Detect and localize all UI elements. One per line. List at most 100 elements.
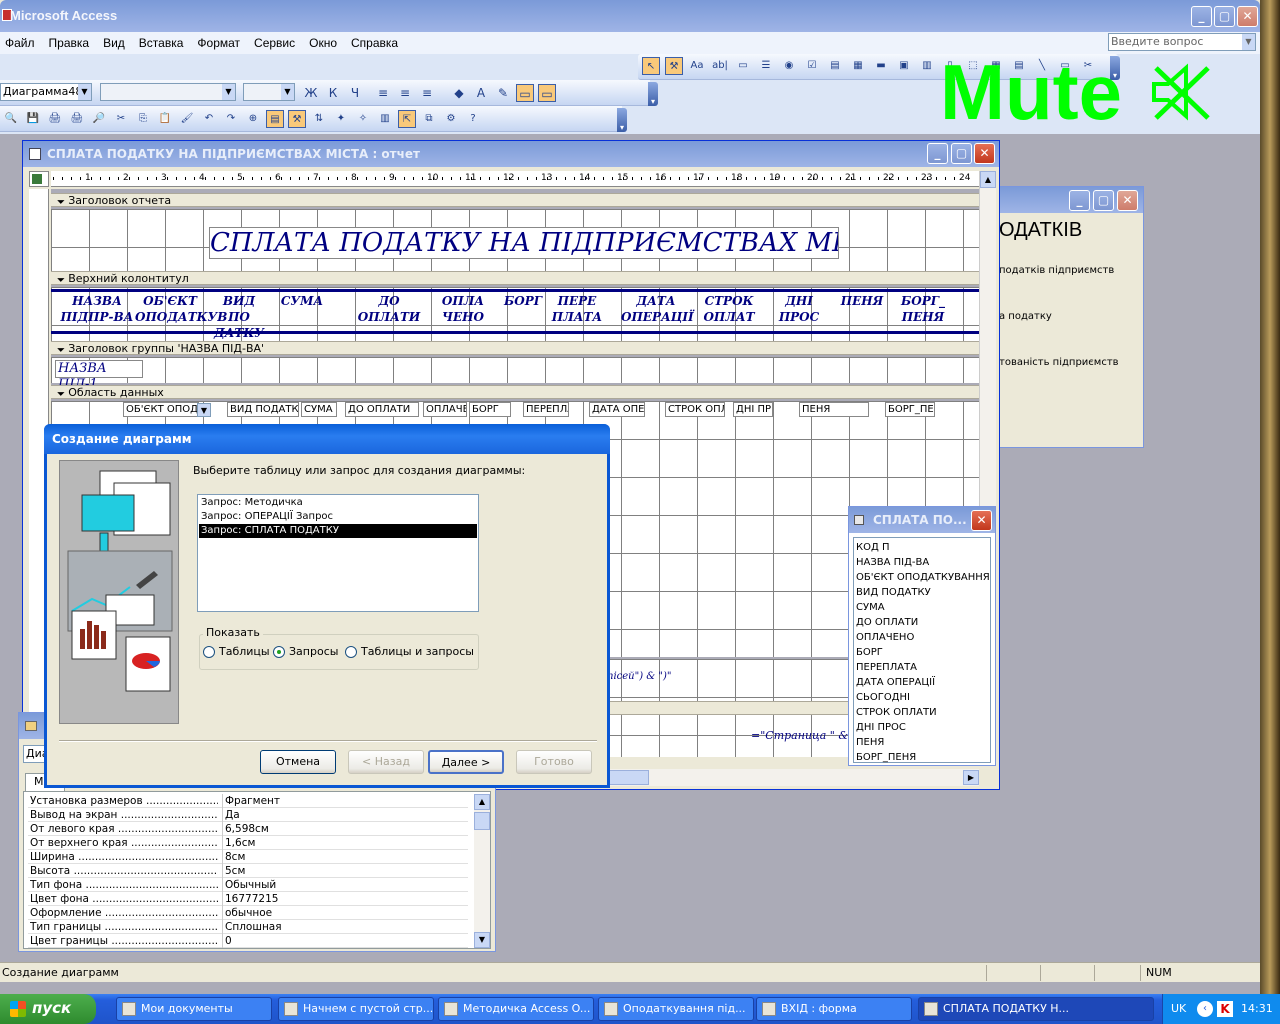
standard-tool-icon[interactable]: ⎘: [134, 110, 152, 128]
format-tool-icon[interactable]: ▭: [516, 84, 534, 102]
query-list-item[interactable]: Запрос: СПЛАТА ПОДАТКУ: [199, 524, 477, 538]
combo-arrow-icon[interactable]: ▼: [197, 403, 211, 417]
menu-item[interactable]: Вставка: [139, 36, 184, 50]
standard-tool-icon[interactable]: ⚙: [442, 110, 460, 128]
standard-tool-icon[interactable]: ⧉: [420, 110, 438, 128]
standard-tool-icon[interactable]: ▤: [266, 110, 284, 128]
taskbar-item[interactable]: СПЛАТА ПОДАТКУ Н...: [918, 997, 1154, 1021]
field-list-item[interactable]: СУМА: [856, 600, 988, 615]
property-row[interactable]: От верхнего края .......................…: [28, 836, 468, 850]
detail-field[interactable]: ОПЛАЧЕ: [423, 402, 467, 417]
format-tool-icon[interactable]: ≡: [374, 84, 392, 102]
detail-field[interactable]: СУМА: [301, 402, 337, 417]
column-heading[interactable]: ПЕНЯ: [837, 293, 887, 329]
footer-page-expression[interactable]: ="Страница " &[: [751, 729, 852, 742]
column-heading[interactable]: ВИД ПО ДАТКУ: [211, 293, 267, 340]
bg-minimize-button[interactable]: _: [1069, 190, 1090, 211]
tray-arrow-icon[interactable]: ‹: [1197, 1001, 1213, 1017]
detail-field[interactable]: ВИД ПОДАТК: [227, 402, 299, 417]
column-heading[interactable]: БОРГ_ ПЕНЯ: [895, 293, 951, 329]
language-indicator[interactable]: UK: [1171, 1002, 1186, 1015]
format-tool-icon[interactable]: ▭: [538, 84, 556, 102]
radio-button[interactable]: [345, 646, 357, 658]
menu-item[interactable]: Окно: [309, 36, 337, 50]
format-tool-icon[interactable]: ◆: [450, 84, 468, 102]
detail-field[interactable]: ПЕНЯ: [799, 402, 869, 417]
standard-tool-icon[interactable]: ?: [464, 110, 482, 128]
column-heading[interactable]: СТРОК ОПЛАТ: [695, 293, 763, 329]
detail-field[interactable]: БОРГ: [469, 402, 511, 417]
next-button[interactable]: Далее >: [428, 750, 504, 774]
field-list-item[interactable]: ОБ'ЄКТ ОПОДАТКУВАННЯ: [856, 570, 990, 585]
band-report-header[interactable]: 🞃 Заголовок отчета: [51, 193, 979, 207]
standard-tool-icon[interactable]: 🔎: [90, 110, 108, 128]
toolbox-tool-icon[interactable]: ☑: [803, 57, 821, 75]
detail-field[interactable]: БОРГ_ПЕ: [885, 402, 935, 417]
report-minimize-button[interactable]: _: [927, 143, 948, 164]
taskbar-item[interactable]: Мои документы: [116, 997, 272, 1021]
field-list-item[interactable]: СЬОГОДНІ: [856, 690, 988, 705]
field-list-item[interactable]: ОПЛАЧЕНО: [856, 630, 988, 645]
detail-field[interactable]: ДНІ ПР: [733, 402, 773, 417]
start-button[interactable]: пуск: [0, 994, 96, 1024]
property-value[interactable]: 1,6см: [222, 836, 466, 850]
cancel-button[interactable]: Отмена: [260, 750, 336, 774]
radio-button[interactable]: [273, 646, 285, 658]
finish-button[interactable]: Готово: [516, 750, 592, 774]
property-value[interactable]: 16777215: [222, 892, 466, 906]
field-list-item[interactable]: КОД П: [856, 540, 988, 555]
property-row[interactable]: Вывод на экран .........................…: [28, 808, 468, 822]
property-row[interactable]: Установка размеров .....................…: [28, 794, 468, 808]
detail-field[interactable]: ДО ОПЛАТИ: [345, 402, 419, 417]
field-list-item[interactable]: ДНІ ПРОС: [856, 720, 988, 735]
standard-tool-icon[interactable]: ✧: [354, 110, 372, 128]
format-grip[interactable]: ▾: [648, 82, 658, 106]
ask-question-input[interactable]: Введите вопрос ▼: [1108, 33, 1256, 51]
menu-item[interactable]: Формат: [197, 36, 240, 50]
back-button[interactable]: < Назад: [348, 750, 424, 774]
font-name-combo[interactable]: ▼: [100, 83, 236, 101]
toolbox-tool-icon[interactable]: ▣: [895, 57, 913, 75]
column-heading[interactable]: ДО ОПЛАТИ: [351, 293, 427, 329]
taskbar-item[interactable]: Оподаткування під...: [598, 997, 754, 1021]
taskbar-item[interactable]: Начнем с пустой стр...: [278, 997, 434, 1021]
standard-tool-icon[interactable]: ↷: [222, 110, 240, 128]
format-tool-icon[interactable]: ≡: [396, 84, 414, 102]
select-report-corner[interactable]: [29, 171, 49, 187]
toolbox-tool-icon[interactable]: ▤: [826, 57, 844, 75]
band-page-header[interactable]: 🞃 Верхний колонтитул: [51, 271, 979, 285]
report-heading[interactable]: СПЛАТА ПОДАТКУ НА ПІДПРИЄМСТВАХ МІСТА: [209, 227, 839, 259]
minimize-button[interactable]: _: [1191, 6, 1212, 27]
toolbox-tool-icon[interactable]: ⚒: [665, 57, 683, 75]
taskbar-item[interactable]: ВХІД : форма: [756, 997, 912, 1021]
group-field[interactable]: НАЗВА ПІД-1: [55, 360, 143, 392]
query-list[interactable]: Запрос: Методичка Запрос: ОПЕРАЦІЇ Запрос…: [197, 494, 479, 612]
detail-field[interactable]: ДАТА ОПЕ: [589, 402, 645, 417]
property-row[interactable]: От левого края .........................…: [28, 822, 468, 836]
standard-tool-icon[interactable]: 🖌: [178, 110, 196, 128]
property-value[interactable]: 8см: [222, 850, 466, 864]
standard-tool-icon[interactable]: ▥: [376, 110, 394, 128]
column-heading[interactable]: ОПЛА ЧЕНО: [431, 293, 495, 329]
toolbox-tool-icon[interactable]: ▥: [918, 57, 936, 75]
field-list-item[interactable]: СТРОК ОПЛАТИ: [856, 705, 988, 720]
band-detail[interactable]: 🞃 Область данных: [51, 385, 979, 399]
property-value[interactable]: 6,598см: [222, 822, 466, 836]
field-list-close-button[interactable]: ✕: [971, 510, 992, 531]
control-name-combo[interactable]: Диаграмма48 ▼: [0, 83, 92, 101]
field-list-item[interactable]: БОРГ: [856, 645, 988, 660]
field-list-item[interactable]: ДАТА ОПЕРАЦІЇ: [856, 675, 988, 690]
format-tool-icon[interactable]: Ч: [346, 84, 364, 102]
format-tool-icon[interactable]: ✎: [494, 84, 512, 102]
format-tool-icon[interactable]: К: [324, 84, 342, 102]
property-value[interactable]: 0: [222, 934, 466, 948]
standard-tool-icon[interactable]: ⊕: [244, 110, 262, 128]
maximize-button[interactable]: ▢: [1214, 6, 1235, 27]
bg-maximize-button[interactable]: ▢: [1093, 190, 1114, 211]
taskbar-item[interactable]: Методичка Access O...: [438, 997, 594, 1021]
standard-tool-icon[interactable]: ⇱: [398, 110, 416, 128]
property-row[interactable]: Высота .................................…: [28, 864, 468, 878]
toolbox-tool-icon[interactable]: ▭: [734, 57, 752, 75]
column-heading[interactable]: СУМА: [277, 293, 327, 329]
detail-field[interactable]: СТРОК ОПЛ: [665, 402, 725, 417]
